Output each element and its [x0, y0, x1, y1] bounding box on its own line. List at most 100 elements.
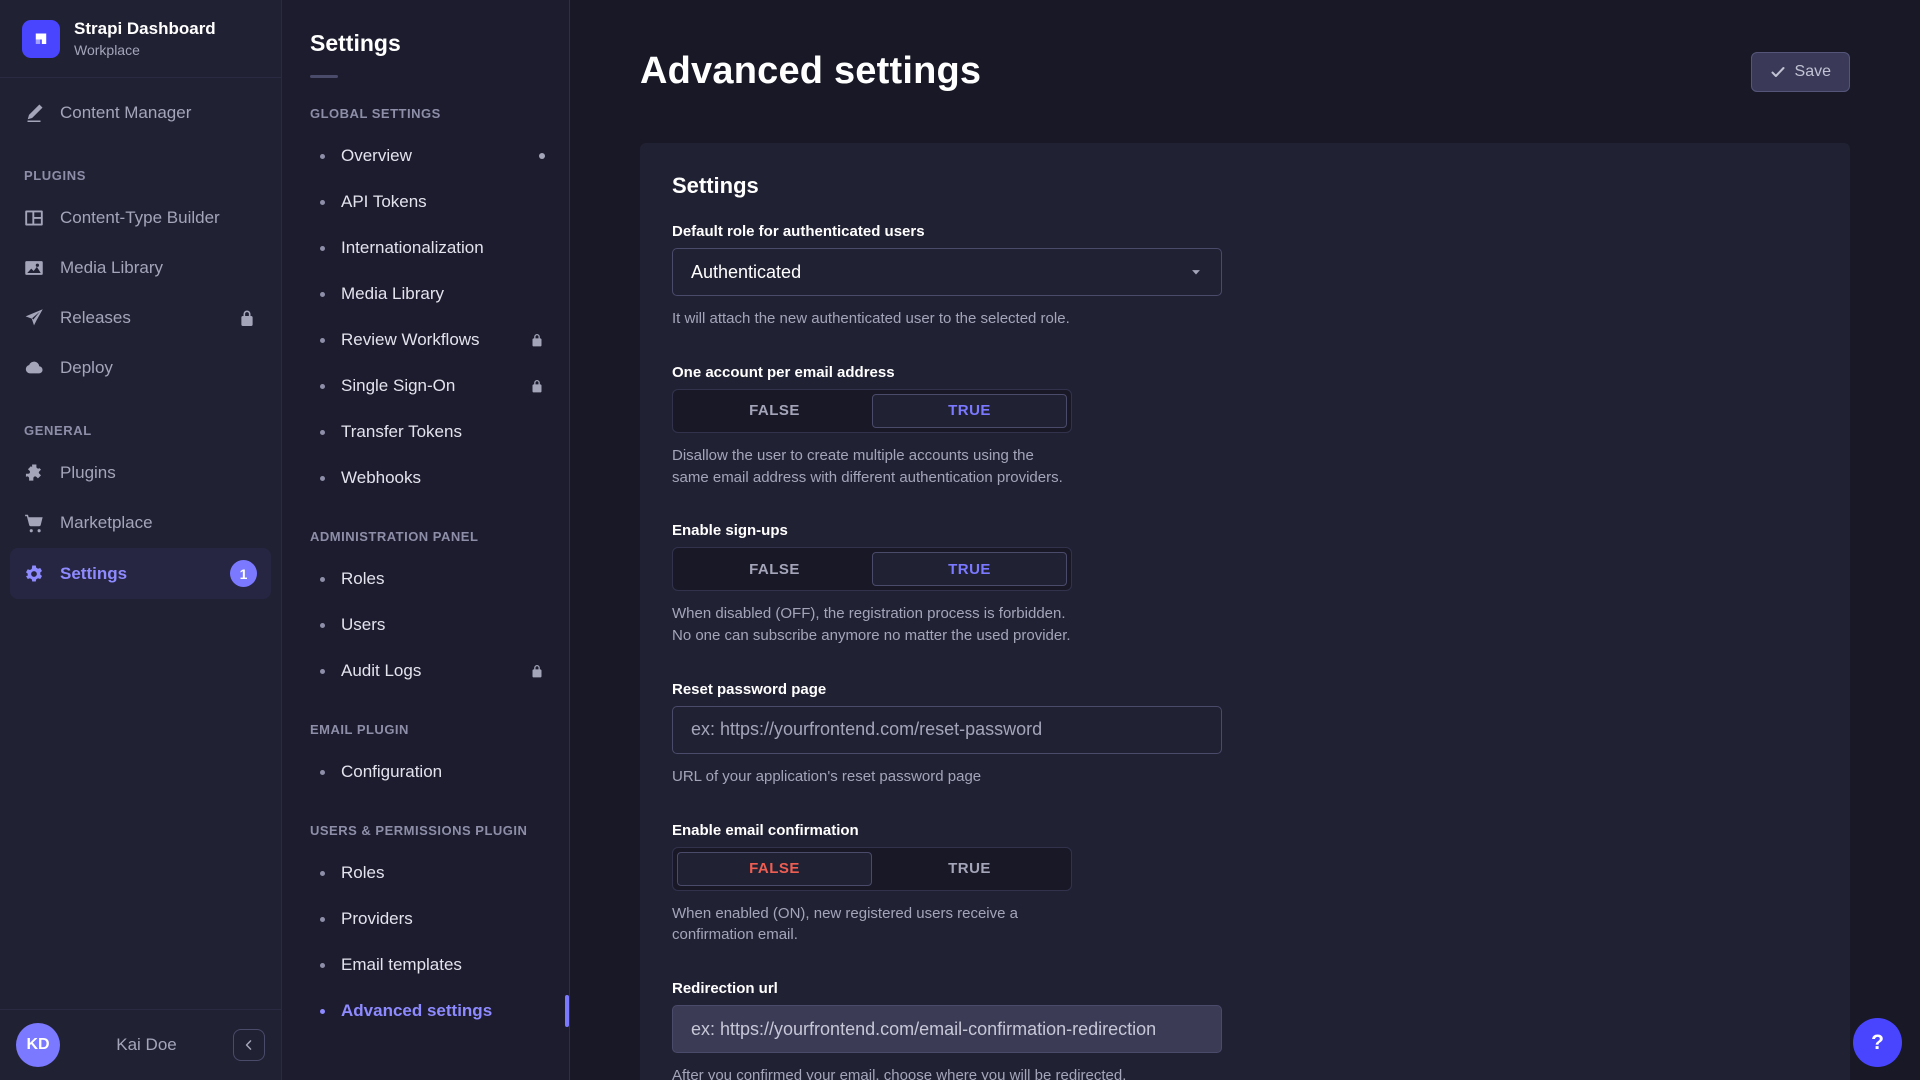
subnav-item-configuration[interactable]: Configuration [282, 749, 569, 795]
subnav-item-review-workflows[interactable]: Review Workflows [282, 317, 569, 363]
subnav-item-advanced-settings[interactable]: Advanced settings [282, 988, 569, 1034]
reset-password-page-input[interactable] [672, 706, 1222, 754]
app-root: Strapi Dashboard Workplace Content Manag… [0, 0, 1920, 1080]
subnav-item-single-sign-on[interactable]: Single Sign-On [282, 363, 569, 409]
subnav-item-label: Roles [341, 863, 384, 883]
subnav-section-administration-panel: ADMINISTRATION PANEL [282, 501, 569, 556]
brand-subtitle: Workplace [74, 42, 216, 58]
subnav-item-label: Single Sign-On [341, 376, 455, 396]
subnav-item-label: Webhooks [341, 468, 421, 488]
sidebar-item-plugins[interactable]: Plugins [0, 448, 281, 498]
field-hint: When disabled (OFF), the registration pr… [672, 603, 1818, 647]
subnav-item-email-templates[interactable]: Email templates [282, 942, 569, 988]
main-sidebar: Strapi Dashboard Workplace Content Manag… [0, 0, 282, 1080]
cart-icon [24, 513, 44, 533]
bullet-icon [320, 1009, 325, 1014]
subnav-item-providers[interactable]: Providers [282, 896, 569, 942]
field-hint: After you confirmed your email, choose w… [672, 1065, 1818, 1080]
sidebar-item-deploy[interactable]: Deploy [0, 343, 281, 393]
enable-sign-ups-option-false[interactable]: FALSE [677, 552, 872, 586]
field-label: Enable sign-ups [672, 522, 1818, 539]
sidebar-item-media-library[interactable]: Media Library [0, 243, 281, 293]
subnav-item-label: Roles [341, 569, 384, 589]
sidebar-item-settings[interactable]: Settings 1 [10, 548, 271, 599]
subnav-item-label: Internationalization [341, 238, 484, 258]
subnav-item-media-library[interactable]: Media Library [282, 271, 569, 317]
subnav-item-overview[interactable]: Overview [282, 133, 569, 179]
subnav-item-label: Media Library [341, 284, 444, 304]
subnav-item-internationalization[interactable]: Internationalization [282, 225, 569, 271]
subnav-item-transfer-tokens[interactable]: Transfer Tokens [282, 409, 569, 455]
field-label: Enable email confirmation [672, 822, 1818, 839]
sidebar-item-label: Settings [60, 564, 127, 584]
subnav-item-roles[interactable]: Roles [282, 850, 569, 896]
field-reset-password-page: Reset password page URL of your applicat… [672, 681, 1818, 788]
lock-icon [529, 332, 545, 348]
subnav-title: Settings [282, 0, 569, 57]
subnav-item-roles[interactable]: Roles [282, 556, 569, 602]
subnav-item-label: API Tokens [341, 192, 427, 212]
notification-dot-icon [539, 153, 545, 159]
subnav-section-users-permissions-plugin: USERS & PERMISSIONS PLUGIN [282, 795, 569, 850]
bullet-icon [320, 871, 325, 876]
redirection-url-input[interactable] [672, 1005, 1222, 1053]
sidebar-item-label: Content-Type Builder [60, 208, 220, 228]
subnav-item-label: Advanced settings [341, 1001, 492, 1021]
subnav-item-label: Users [341, 615, 385, 635]
sidebar-item-marketplace[interactable]: Marketplace [0, 498, 281, 548]
help-button[interactable]: ? [1853, 1018, 1902, 1067]
subnav-item-label: Audit Logs [341, 661, 421, 681]
save-button-label: Save [1795, 63, 1831, 81]
main-content: Advanced settings Save Settings Default … [570, 0, 1920, 1080]
puzzle-icon [24, 463, 44, 483]
brand-title: Strapi Dashboard [74, 19, 216, 39]
sidebar-item-content-type-builder[interactable]: Content-Type Builder [0, 193, 281, 243]
cloud-icon [24, 358, 44, 378]
bullet-icon [320, 292, 325, 297]
field-hint: It will attach the new authenticated use… [672, 308, 1818, 330]
subnav-item-users[interactable]: Users [282, 602, 569, 648]
field-label: One account per email address [672, 364, 1818, 381]
field-hint: When enabled (ON), new registered users … [672, 903, 1818, 947]
field-default-role-for-authenticated-users: Default role for authenticated users Aut… [672, 223, 1818, 330]
field-enable-sign-ups: Enable sign-ups FALSETRUE When disabled … [672, 522, 1818, 647]
subnav-item-label: Review Workflows [341, 330, 480, 350]
strapi-logo-icon [22, 20, 60, 58]
enable-email-confirmation-option-true[interactable]: TRUE [872, 852, 1067, 886]
bullet-icon [320, 200, 325, 205]
avatar[interactable]: KD [16, 1023, 60, 1067]
check-icon [1770, 64, 1786, 80]
one-account-per-email-address-option-true[interactable]: TRUE [872, 394, 1067, 428]
card-fields: Default role for authenticated users Aut… [672, 223, 1818, 1080]
enable-email-confirmation-toggle: FALSETRUE [672, 847, 1072, 891]
enable-sign-ups-toggle: FALSETRUE [672, 547, 1072, 591]
workplace-switcher[interactable]: Strapi Dashboard Workplace [0, 0, 281, 78]
lock-icon [529, 663, 545, 679]
save-button[interactable]: Save [1751, 52, 1850, 92]
subnav-item-api-tokens[interactable]: API Tokens [282, 179, 569, 225]
sidebar-item-label: Marketplace [60, 513, 153, 533]
sidebar-item-label: Content Manager [60, 103, 191, 123]
sidebar-item-content-manager[interactable]: Content Manager [0, 88, 281, 138]
enable-sign-ups-option-true[interactable]: TRUE [872, 552, 1067, 586]
bullet-icon [320, 623, 325, 628]
sidebar-item-releases[interactable]: Releases [0, 293, 281, 343]
sidebar-item-label: Releases [60, 308, 131, 328]
subnav-item-webhooks[interactable]: Webhooks [282, 455, 569, 501]
subnav-item-label: Providers [341, 909, 413, 929]
settings-subnav: Settings GLOBAL SETTINGS Overview API To… [282, 0, 570, 1080]
sidebar-section-plugins: PLUGINS [0, 138, 281, 193]
brand-text: Strapi Dashboard Workplace [74, 19, 216, 58]
collapse-sidebar-button[interactable] [233, 1029, 265, 1061]
subnav-item-label: Transfer Tokens [341, 422, 462, 442]
subnav-item-audit-logs[interactable]: Audit Logs [282, 648, 569, 694]
default-role-for-authenticated-users-select[interactable]: Authenticated [672, 248, 1222, 296]
one-account-per-email-address-option-false[interactable]: FALSE [677, 394, 872, 428]
bullet-icon [320, 577, 325, 582]
page-header: Advanced settings Save [640, 50, 1850, 93]
bullet-icon [320, 770, 325, 775]
field-label: Redirection url [672, 980, 1818, 997]
sidebar-item-label: Deploy [60, 358, 113, 378]
enable-email-confirmation-option-false[interactable]: FALSE [677, 852, 872, 886]
user-name: Kai Doe [70, 1035, 223, 1055]
